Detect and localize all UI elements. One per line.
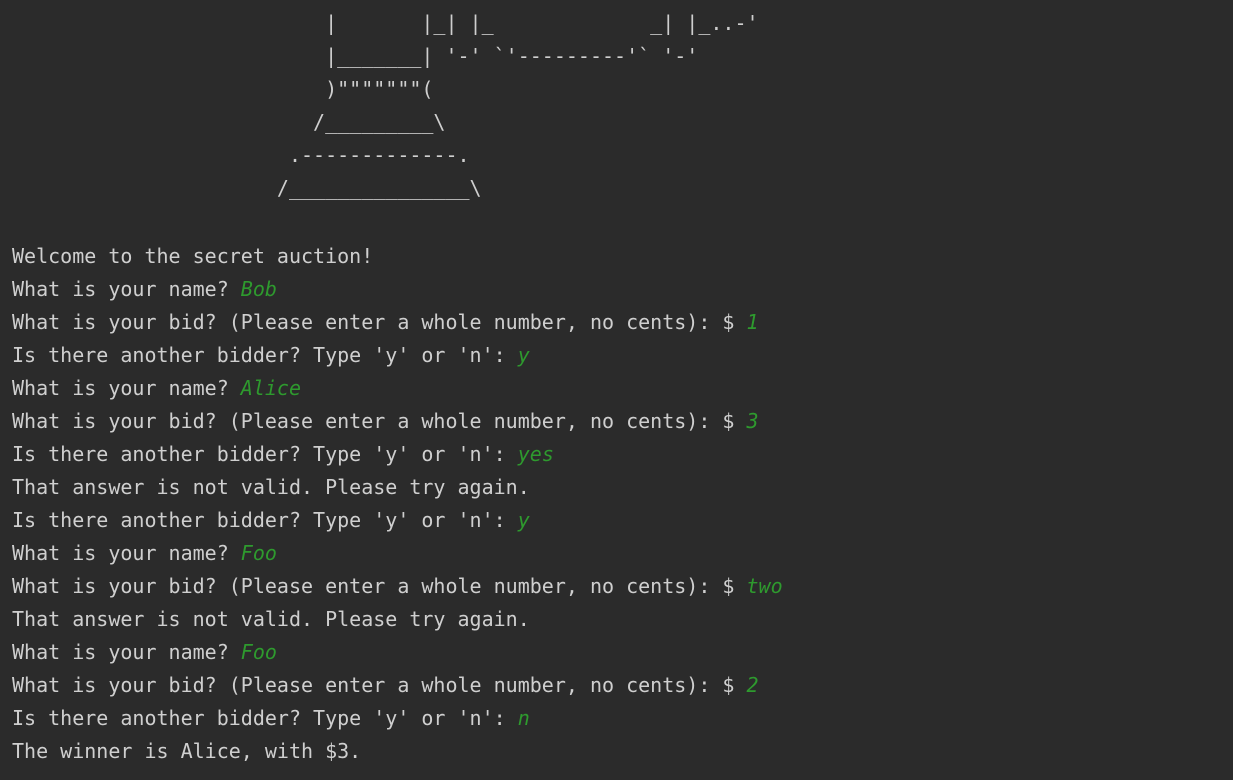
program-output: Is there another bidder? Type 'y' or 'n'… bbox=[12, 508, 518, 532]
ascii-art-line: /_______________\ bbox=[12, 172, 482, 205]
program-output: Is there another bidder? Type 'y' or 'n'… bbox=[12, 343, 518, 367]
user-input: Foo bbox=[240, 640, 277, 664]
user-input: two bbox=[746, 574, 783, 598]
console-line: What is your name? Bob bbox=[12, 273, 277, 306]
program-output: What is your name? bbox=[12, 277, 241, 301]
ascii-art-line: )"""""""( bbox=[12, 73, 433, 106]
console-line: Welcome to the secret auction! bbox=[12, 240, 373, 273]
console-line: Is there another bidder? Type 'y' or 'n'… bbox=[12, 504, 530, 537]
program-output: That answer is not valid. Please try aga… bbox=[12, 607, 530, 631]
user-input: 1 bbox=[746, 310, 759, 334]
ascii-art-text: |_______| '-' `'---------'` '-' bbox=[12, 44, 699, 68]
user-input: yes bbox=[517, 442, 554, 466]
program-output: That answer is not valid. Please try aga… bbox=[12, 475, 530, 499]
user-input: Alice bbox=[240, 376, 301, 400]
ascii-art-line: | |_| |_ _| |_..-' bbox=[12, 7, 759, 40]
ascii-art-line: |_______| '-' `'---------'` '-' bbox=[12, 40, 698, 73]
ascii-art-text: /_______________\ bbox=[12, 176, 482, 200]
console-line: What is your bid? (Please enter a whole … bbox=[12, 306, 759, 339]
console-line: That answer is not valid. Please try aga… bbox=[12, 603, 530, 636]
user-input: y bbox=[517, 343, 530, 367]
console-line: What is your bid? (Please enter a whole … bbox=[12, 405, 759, 438]
user-input: n bbox=[517, 706, 530, 730]
ascii-art-line: /_________\ bbox=[12, 106, 445, 139]
console-line: Is there another bidder? Type 'y' or 'n'… bbox=[12, 438, 554, 471]
user-input: Bob bbox=[240, 277, 277, 301]
ascii-art-line: .-------------. bbox=[12, 139, 470, 172]
program-output: Is there another bidder? Type 'y' or 'n'… bbox=[12, 706, 518, 730]
console-line: What is your bid? (Please enter a whole … bbox=[12, 669, 759, 702]
ascii-art-text: /_________\ bbox=[12, 110, 446, 134]
user-input: 2 bbox=[746, 673, 759, 697]
console-line: What is your bid? (Please enter a whole … bbox=[12, 570, 783, 603]
user-input: y bbox=[517, 508, 530, 532]
console-line: Is there another bidder? Type 'y' or 'n'… bbox=[12, 702, 530, 735]
program-output: Welcome to the secret auction! bbox=[12, 244, 374, 268]
user-input: 3 bbox=[746, 409, 759, 433]
console-line: That answer is not valid. Please try aga… bbox=[12, 471, 530, 504]
program-output: The winner is Alice, with $3. bbox=[12, 739, 362, 763]
console-line: Is there another bidder? Type 'y' or 'n'… bbox=[12, 339, 530, 372]
ascii-art-text: | |_| |_ _| |_..-' bbox=[12, 11, 759, 35]
console-line: The winner is Alice, with $3. bbox=[12, 735, 361, 768]
program-output: What is your name? bbox=[12, 376, 241, 400]
program-output: What is your bid? (Please enter a whole … bbox=[12, 310, 747, 334]
program-output: Is there another bidder? Type 'y' or 'n'… bbox=[12, 442, 518, 466]
program-output: What is your name? bbox=[12, 541, 241, 565]
console-line: What is your name? Alice bbox=[12, 372, 301, 405]
console-line: What is your name? Foo bbox=[12, 537, 277, 570]
console-line: What is your name? Foo bbox=[12, 636, 277, 669]
program-output: What is your name? bbox=[12, 640, 241, 664]
ascii-art-text: )"""""""( bbox=[12, 77, 434, 101]
run-console-output[interactable]: | |_| |_ _| |_..-' |_______| '-' `'-----… bbox=[0, 0, 1233, 780]
program-output: What is your bid? (Please enter a whole … bbox=[12, 409, 747, 433]
ascii-art-text: .-------------. bbox=[12, 143, 470, 167]
user-input: Foo bbox=[240, 541, 277, 565]
program-output: What is your bid? (Please enter a whole … bbox=[12, 574, 747, 598]
program-output: What is your bid? (Please enter a whole … bbox=[12, 673, 747, 697]
